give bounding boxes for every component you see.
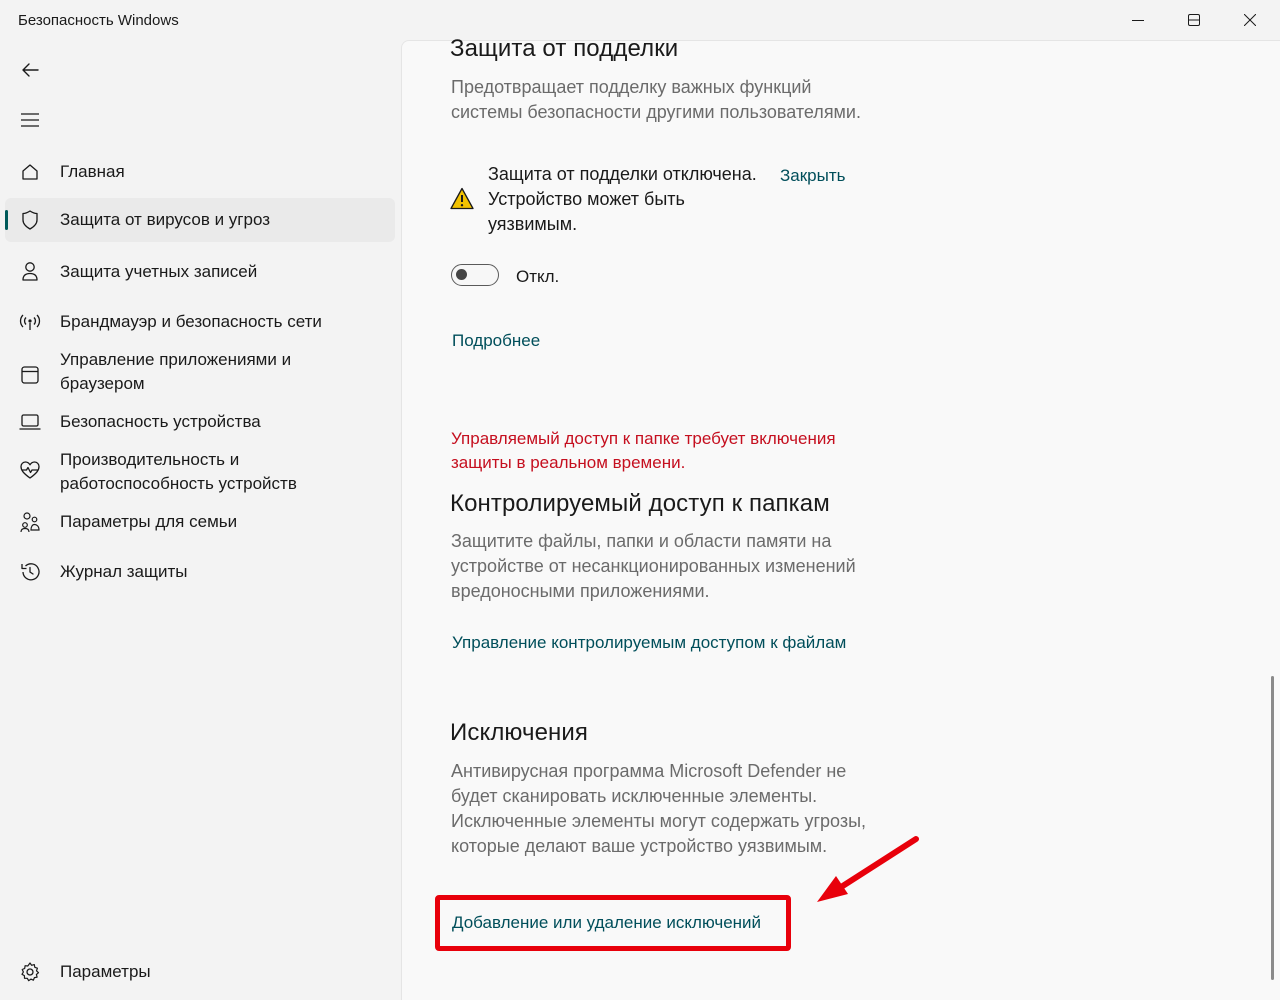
sidebar-item-label: Управление приложениями и браузером xyxy=(60,350,292,393)
sidebar-item-label: Производительность и работоспособность у… xyxy=(60,450,297,493)
window-title: Безопасность Windows xyxy=(18,12,179,29)
annotation-highlight-box xyxy=(435,895,791,951)
title-bar: Безопасность Windows xyxy=(0,0,1280,40)
sidebar-item-home[interactable]: Главная xyxy=(5,150,395,194)
tamper-protection-toggle[interactable] xyxy=(451,264,499,286)
history-icon xyxy=(18,560,42,584)
app-window-icon xyxy=(18,363,42,387)
shield-icon xyxy=(18,208,42,232)
toggle-state-label: Откл. xyxy=(516,267,560,286)
sidebar-item-label: Журнал защиты xyxy=(60,562,188,581)
sidebar-item-label: Брандмауэр и безопасность сети xyxy=(60,312,322,331)
close-button[interactable] xyxy=(1222,0,1278,40)
learn-more-link[interactable]: Подробнее xyxy=(452,331,540,351)
sidebar: Главная Защита от вирусов и угроз Защита… xyxy=(0,40,400,1000)
sidebar-item-app-browser-control[interactable]: Управление приложениями и браузером xyxy=(5,346,395,402)
sidebar-item-label: Безопасность устройства xyxy=(60,412,261,431)
maximize-icon xyxy=(1188,14,1200,26)
hamburger-icon xyxy=(21,113,39,127)
tamper-warning-text: Защита от подделки отключена. Устройство… xyxy=(488,164,757,234)
exclusions-title: Исключения xyxy=(450,719,589,746)
dismiss-link[interactable]: Закрыть xyxy=(780,166,845,186)
active-indicator xyxy=(5,210,8,230)
folder-access-title: Контролируемый доступ к папкам xyxy=(450,490,830,517)
family-icon xyxy=(18,510,42,534)
tamper-protection-title: Защита от подделки xyxy=(450,35,679,62)
sidebar-item-firewall[interactable]: Брандмауэр и безопасность сети xyxy=(5,300,395,344)
sidebar-item-virus-protection[interactable]: Защита от вирусов и угроз xyxy=(5,198,395,242)
sidebar-item-label: Параметры xyxy=(60,962,151,981)
manage-folder-access-link[interactable]: Управление контролируемым доступом к фай… xyxy=(452,633,846,653)
toggle-knob xyxy=(456,269,467,280)
person-icon xyxy=(18,260,42,284)
gear-icon xyxy=(18,960,42,984)
sidebar-item-label: Защита учетных записей xyxy=(60,262,258,281)
laptop-icon xyxy=(18,410,42,434)
sidebar-item-family-options[interactable]: Параметры для семьи xyxy=(5,500,395,544)
sidebar-item-label: Параметры для семьи xyxy=(60,512,238,531)
sidebar-item-settings[interactable]: Параметры xyxy=(5,950,395,994)
back-button[interactable] xyxy=(8,50,52,90)
folder-access-error: Управляемый доступ к папке требует включ… xyxy=(451,429,836,472)
home-icon xyxy=(18,160,42,184)
menu-button[interactable] xyxy=(8,100,52,140)
warning-icon xyxy=(450,187,474,215)
annotation-arrow-icon xyxy=(817,836,919,902)
tamper-protection-description: Предотвращает подделку важных функций си… xyxy=(451,77,861,122)
close-icon xyxy=(1244,14,1256,26)
wifi-broadcast-icon xyxy=(18,310,42,334)
heart-pulse-icon xyxy=(18,458,42,482)
sidebar-item-protection-history[interactable]: Журнал защиты xyxy=(5,550,395,594)
back-arrow-icon xyxy=(22,63,39,77)
sidebar-item-label: Главная xyxy=(60,162,125,181)
folder-access-description: Защитите файлы, папки и области памяти н… xyxy=(451,531,856,601)
sidebar-item-label: Защита от вирусов и угроз xyxy=(60,210,271,229)
sidebar-item-device-performance[interactable]: Производительность и работоспособность у… xyxy=(5,446,395,502)
minimize-button[interactable] xyxy=(1110,0,1166,40)
sidebar-item-device-security[interactable]: Безопасность устройства xyxy=(5,400,395,444)
scrollbar[interactable] xyxy=(1271,676,1274,980)
maximize-button[interactable] xyxy=(1166,0,1222,40)
sidebar-item-account-protection[interactable]: Защита учетных записей xyxy=(5,250,395,294)
minimize-icon xyxy=(1132,20,1144,21)
